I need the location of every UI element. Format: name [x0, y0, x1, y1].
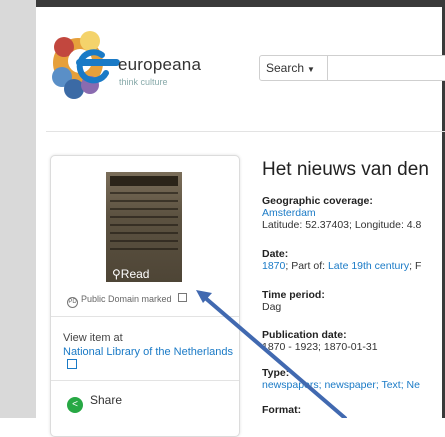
external-link-icon: [67, 359, 77, 369]
thumbnail-text-line: [110, 216, 178, 218]
read-button[interactable]: ⚲Read: [112, 267, 149, 281]
view-item-at: View item at National Library of the Net…: [63, 331, 233, 373]
brand-name: europeana: [118, 55, 202, 74]
field-link[interactable]: 1870: [262, 260, 285, 272]
field-value: ; F: [409, 260, 422, 272]
rights-statement[interactable]: PD Public Domain marked: [67, 293, 188, 308]
record-title: Het nieuws van den: [262, 159, 429, 180]
thumbnail-text-line: [110, 200, 178, 202]
field-format: Format:: [262, 404, 301, 416]
thumbnail-text-line: [110, 248, 178, 250]
field-value: 1870 - 1923; 1870-01-31: [262, 341, 378, 353]
zoom-icon: ⚲: [112, 267, 121, 281]
brand-tagline: think culture: [119, 77, 168, 87]
field-label: Date:: [262, 248, 289, 260]
public-domain-icon: PD: [67, 297, 78, 308]
item-preview-card: ⚲Read PD Public Domain marked View item a…: [50, 155, 240, 437]
window-frame-left: [0, 0, 36, 418]
field-time-period: Time period: Dag: [262, 289, 325, 313]
field-label: Format:: [262, 404, 302, 416]
read-label: Read: [120, 267, 150, 281]
provider-link[interactable]: National Library of the Netherlands: [63, 346, 233, 358]
field-link[interactable]: Amsterdam: [262, 207, 421, 219]
thumbnail-text-line: [110, 232, 178, 234]
chevron-down-icon: ▼: [307, 65, 315, 74]
search-type-select[interactable]: Search ▼: [260, 56, 328, 80]
thumbnail-text-line: [110, 224, 178, 226]
card-divider: [51, 380, 239, 381]
external-link-icon: [178, 293, 188, 302]
share-icon: <: [67, 397, 83, 413]
field-value: Latitude: 52.37403; Longitude: 4.8: [262, 219, 422, 231]
window-frame-top: [36, 0, 445, 7]
field-date: Date: 1870; Part of: Late 19th century; …: [262, 248, 421, 272]
field-link[interactable]: newspapers; newspaper; Text; Ne: [262, 379, 420, 391]
rights-label: Public Domain marked: [81, 294, 172, 304]
search-bar[interactable]: Search ▼: [259, 55, 445, 81]
search-select-label: Search: [266, 61, 305, 75]
field-label: Type:: [262, 367, 290, 379]
thumbnail-masthead: [110, 176, 178, 186]
share-button[interactable]: < Share: [67, 393, 122, 413]
header-divider: [46, 131, 445, 132]
view-item-label: View item at: [63, 332, 123, 344]
field-publication-date: Publication date: 1870 - 1923; 1870-01-3…: [262, 329, 378, 353]
field-geographic-coverage: Geographic coverage: Amsterdam Latitude:…: [262, 195, 421, 231]
share-label: Share: [90, 393, 123, 407]
field-link[interactable]: Late 19th century: [328, 260, 409, 272]
field-value: ; Part of:: [285, 260, 328, 272]
field-label: Time period:: [262, 289, 325, 301]
item-thumbnail[interactable]: ⚲Read: [106, 172, 182, 282]
field-label: Geographic coverage:: [262, 195, 373, 207]
page-content: europeana think culture Search ▼ ⚲Read PD…: [36, 7, 445, 437]
field-value: Dag: [262, 301, 282, 313]
field-label: Publication date:: [262, 329, 347, 341]
thumbnail-text-line: [110, 240, 178, 242]
card-divider: [51, 316, 239, 317]
field-type: Type: newspapers; newspaper; Text; Ne: [262, 367, 420, 391]
thumbnail-text-line: [110, 192, 178, 194]
thumbnail-text-line: [110, 208, 178, 210]
